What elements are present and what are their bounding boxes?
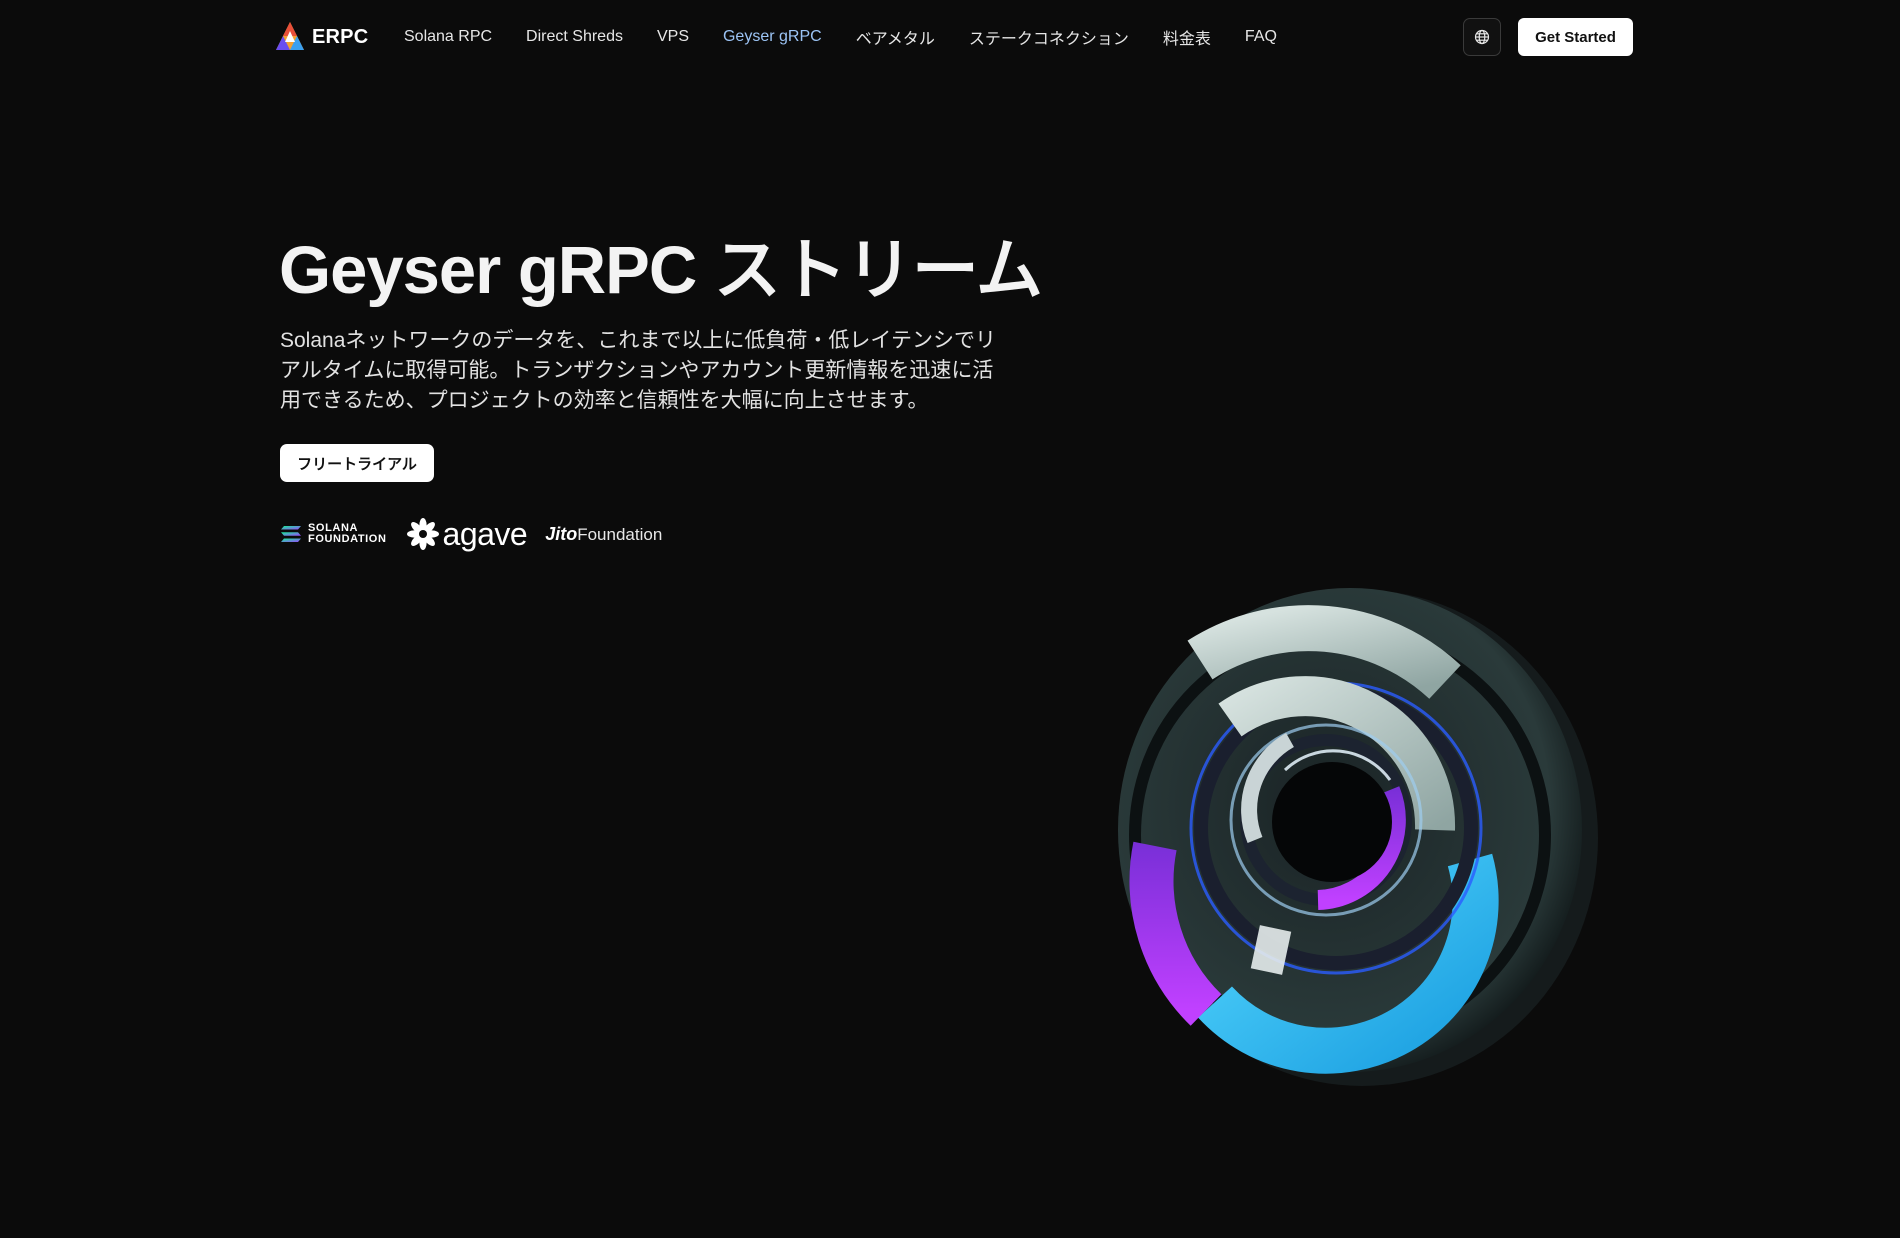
- agave-text: agave: [442, 515, 528, 552]
- nav-faq[interactable]: FAQ: [1245, 28, 1277, 46]
- solana-line2: FOUNDATION: [308, 533, 387, 545]
- agave-flower-icon: [406, 518, 439, 550]
- nav-vps[interactable]: VPS: [657, 28, 689, 46]
- geyser-ring-illustration: [1118, 588, 1598, 1086]
- get-started-button[interactable]: Get Started: [1518, 18, 1633, 56]
- solana-foundation-logo: SOLANA FOUNDATION: [280, 523, 387, 545]
- brand-logo[interactable]: ERPC: [274, 18, 368, 56]
- top-nav: ERPC Solana RPC Direct Shreds VPS Geyser…: [0, 0, 1900, 74]
- jito-foundation-text: Foundation: [577, 524, 663, 544]
- solana-icon: [281, 526, 301, 542]
- nav-direct-shreds[interactable]: Direct Shreds: [526, 28, 623, 46]
- jito-text: Jito: [545, 523, 578, 544]
- brand-name: ERPC: [312, 25, 369, 48]
- erpc-logo-icon: [276, 22, 304, 50]
- nav-geyser-grpc[interactable]: Geyser gRPC: [723, 28, 822, 46]
- agave-logo: agave: [406, 515, 528, 553]
- free-trial-button[interactable]: フリートライアル: [280, 444, 434, 482]
- language-button[interactable]: [1463, 18, 1501, 56]
- hero-description: Solanaネットワークのデータを、これまで以上に低負荷・低レイテンシでリアルタ…: [280, 329, 996, 412]
- main-menu: Solana RPC Direct Shreds VPS Geyser gRPC…: [404, 0, 1311, 74]
- hero-title: Geyser gRPC ストリーム: [279, 233, 1043, 308]
- partner-logos: SOLANA FOUNDATION agave Jito Foundation: [280, 514, 662, 554]
- globe-icon: [1474, 29, 1490, 45]
- nav-pricing[interactable]: 料金表: [1163, 25, 1211, 49]
- nav-solana-rpc[interactable]: Solana RPC: [404, 28, 492, 46]
- nav-stake-connection[interactable]: ステークコネクション: [969, 25, 1129, 49]
- jito-foundation-logo: Jito Foundation: [545, 524, 662, 545]
- nav-bare-metal[interactable]: ベアメタル: [856, 25, 935, 49]
